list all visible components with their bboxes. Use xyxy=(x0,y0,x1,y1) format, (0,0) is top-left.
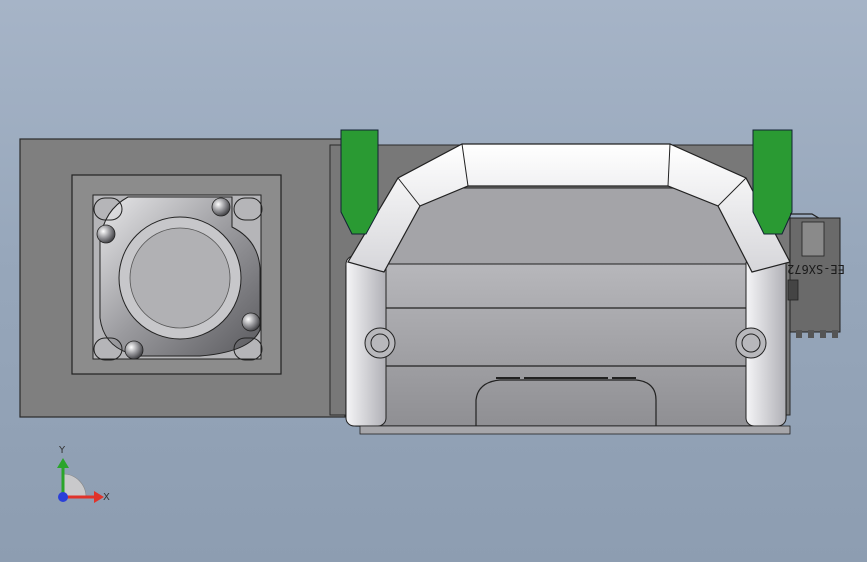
screw xyxy=(241,312,261,332)
cad-model-view[interactable]: EE-SX672 Y X xyxy=(0,0,867,562)
z-axis xyxy=(58,492,68,502)
x-axis-label: X xyxy=(103,492,110,503)
screw xyxy=(96,224,116,244)
photo-sensor[interactable]: EE-SX672 xyxy=(787,213,845,338)
graphics-viewport[interactable]: EE-SX672 Y X xyxy=(0,0,867,562)
clamp-left xyxy=(340,129,379,235)
bolt-hole-left xyxy=(364,327,396,359)
y-axis-label: Y xyxy=(58,445,66,456)
actuator-housing[interactable] xyxy=(345,187,791,435)
part-marking: EE-SX672 xyxy=(787,262,845,276)
screw xyxy=(211,197,231,217)
clamp-right xyxy=(752,129,793,235)
bolt-hole-right xyxy=(735,327,767,359)
screw xyxy=(124,340,144,360)
axis-triad: Y X xyxy=(57,445,110,503)
